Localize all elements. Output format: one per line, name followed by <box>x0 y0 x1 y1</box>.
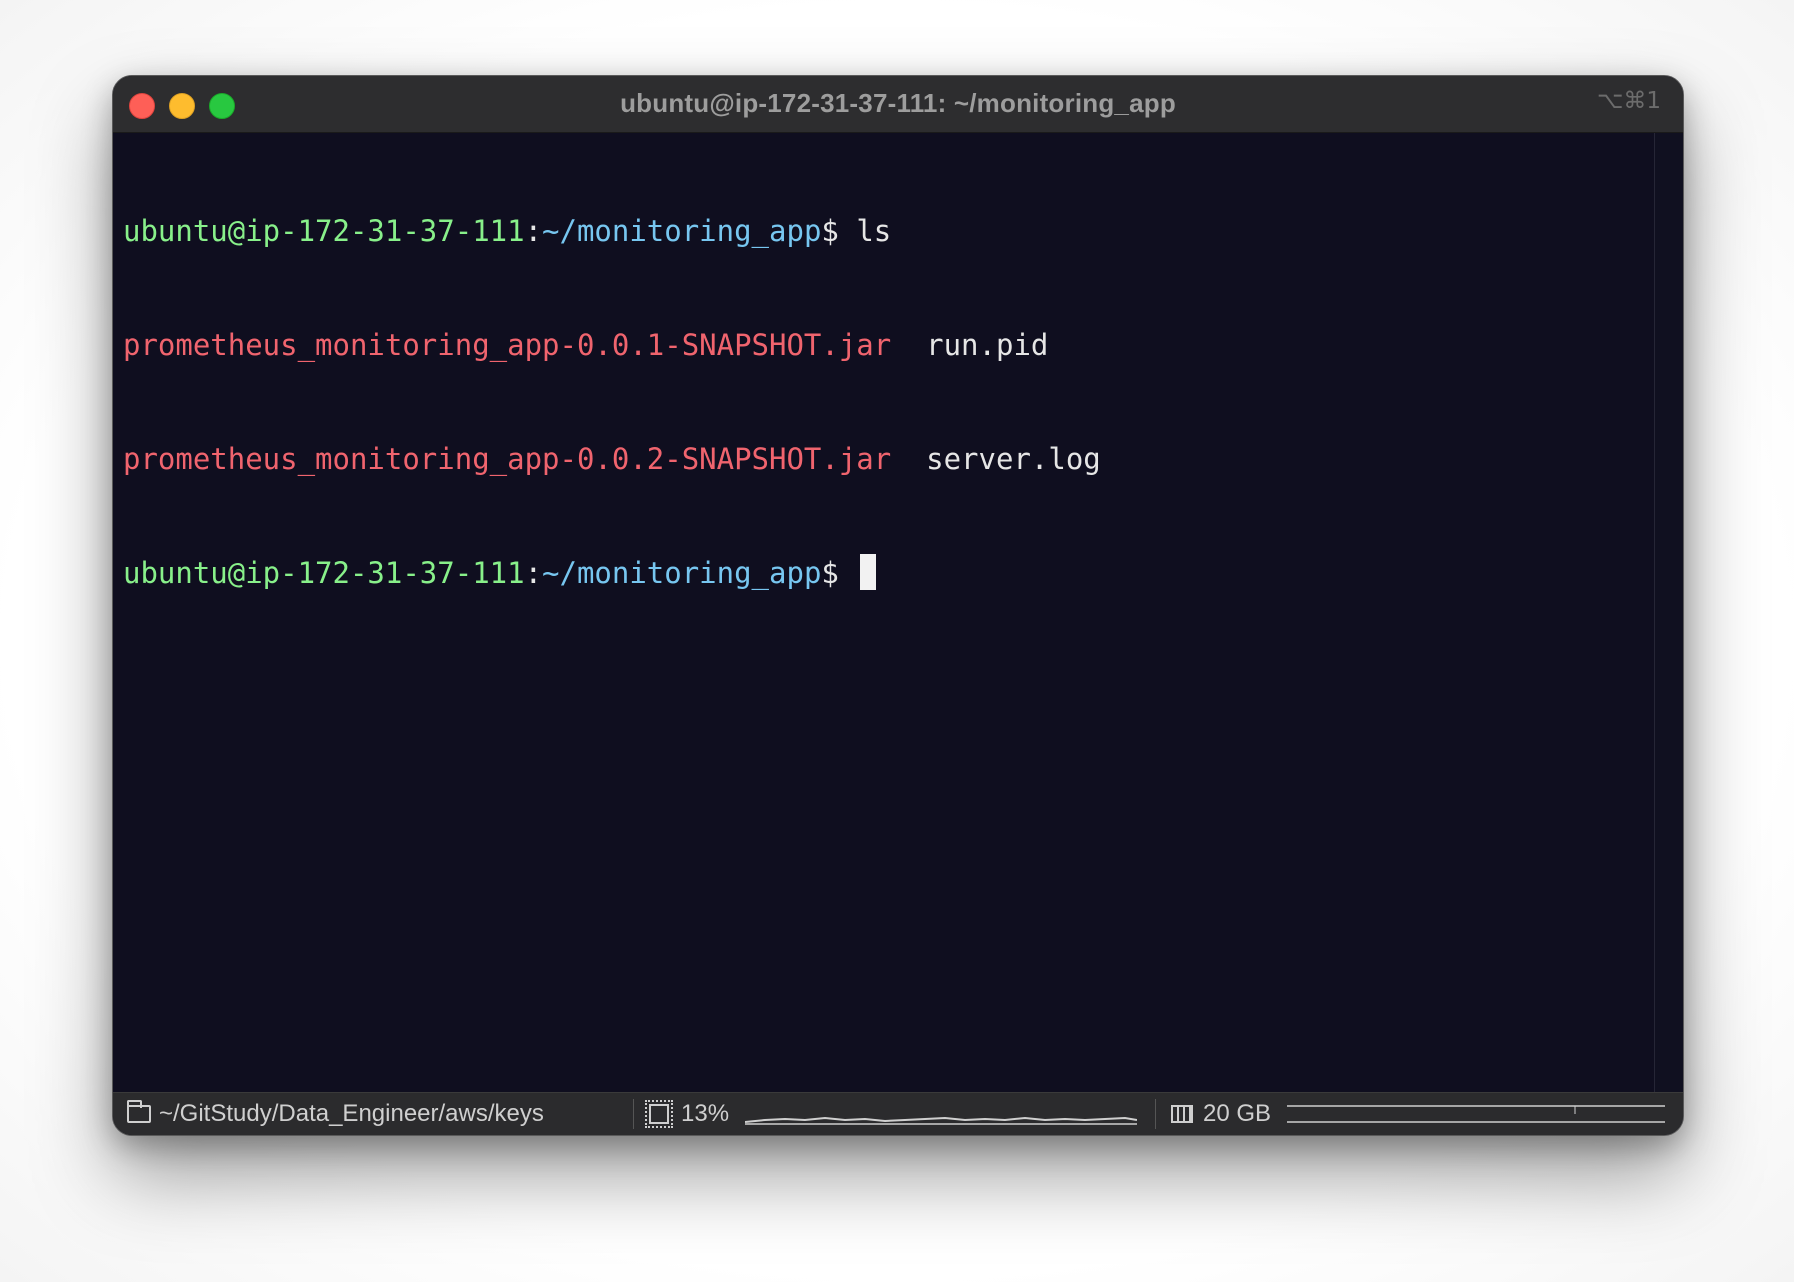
memory-sparkline <box>1287 1105 1666 1123</box>
prompt-separator: : <box>524 214 543 248</box>
status-divider <box>1155 1099 1156 1129</box>
prompt-user: ubuntu@ip-172-31-37-111 <box>123 214 525 248</box>
cwd-path: ~/GitStudy/Data_Engineer/aws/keys <box>159 1100 544 1127</box>
folder-icon <box>127 1100 151 1123</box>
prompt-path: ~/monitoring_app <box>542 556 822 590</box>
terminal-output[interactable]: ubuntu@ip-172-31-37-111:~/monitoring_app… <box>123 136 1653 1091</box>
text-cursor[interactable] <box>860 554 877 590</box>
cpu-usage: 13% <box>681 1100 730 1127</box>
column-gap <box>891 442 926 476</box>
cpu-segment[interactable]: 13% <box>645 1093 1138 1135</box>
command-text: ls <box>838 214 892 248</box>
memory-icon <box>1171 1105 1193 1123</box>
status-bar: ~/GitStudy/Data_Engineer/aws/keys 13% 20… <box>113 1092 1683 1135</box>
window-title: ubuntu@ip-172-31-37-111: ~/monitoring_ap… <box>620 88 1176 118</box>
file-name: run.pid <box>926 328 1049 362</box>
prompt-line: ubuntu@ip-172-31-37-111:~/monitoring_app… <box>123 212 1653 250</box>
file-name: server.log <box>926 442 1101 476</box>
column-gap <box>891 328 926 362</box>
jar-file: prometheus_monitoring_app-0.0.1-SNAPSHOT… <box>123 328 892 362</box>
output-line: prometheus_monitoring_app-0.0.1-SNAPSHOT… <box>123 326 1653 364</box>
cpu-icon <box>645 1100 673 1128</box>
scrollbar[interactable] <box>1654 133 1683 1092</box>
prompt-symbol: $ <box>821 214 839 248</box>
cpu-sparkline <box>745 1116 1138 1125</box>
output-line: prometheus_monitoring_app-0.0.2-SNAPSHOT… <box>123 440 1653 478</box>
memory-segment[interactable]: 20 GB <box>1171 1093 1666 1135</box>
title-bar[interactable]: ubuntu@ip-172-31-37-111: ~/monitoring_ap… <box>113 76 1683 133</box>
window-shortcut: ⌥⌘1 <box>1596 88 1661 114</box>
memory-usage: 20 GB <box>1203 1100 1272 1127</box>
desktop-background: ubuntu@ip-172-31-37-111: ~/monitoring_ap… <box>0 0 1794 1282</box>
terminal-window[interactable]: ubuntu@ip-172-31-37-111: ~/monitoring_ap… <box>112 75 1684 1136</box>
status-divider <box>633 1099 634 1129</box>
prompt-path: ~/monitoring_app <box>542 214 822 248</box>
prompt-separator: : <box>524 556 543 590</box>
prompt-line: ubuntu@ip-172-31-37-111:~/monitoring_app… <box>123 554 1653 592</box>
prompt-symbol: $ <box>821 556 839 590</box>
prompt-user: ubuntu@ip-172-31-37-111 <box>123 556 525 590</box>
cwd-segment[interactable]: ~/GitStudy/Data_Engineer/aws/keys <box>127 1093 544 1135</box>
jar-file: prometheus_monitoring_app-0.0.2-SNAPSHOT… <box>123 442 892 476</box>
